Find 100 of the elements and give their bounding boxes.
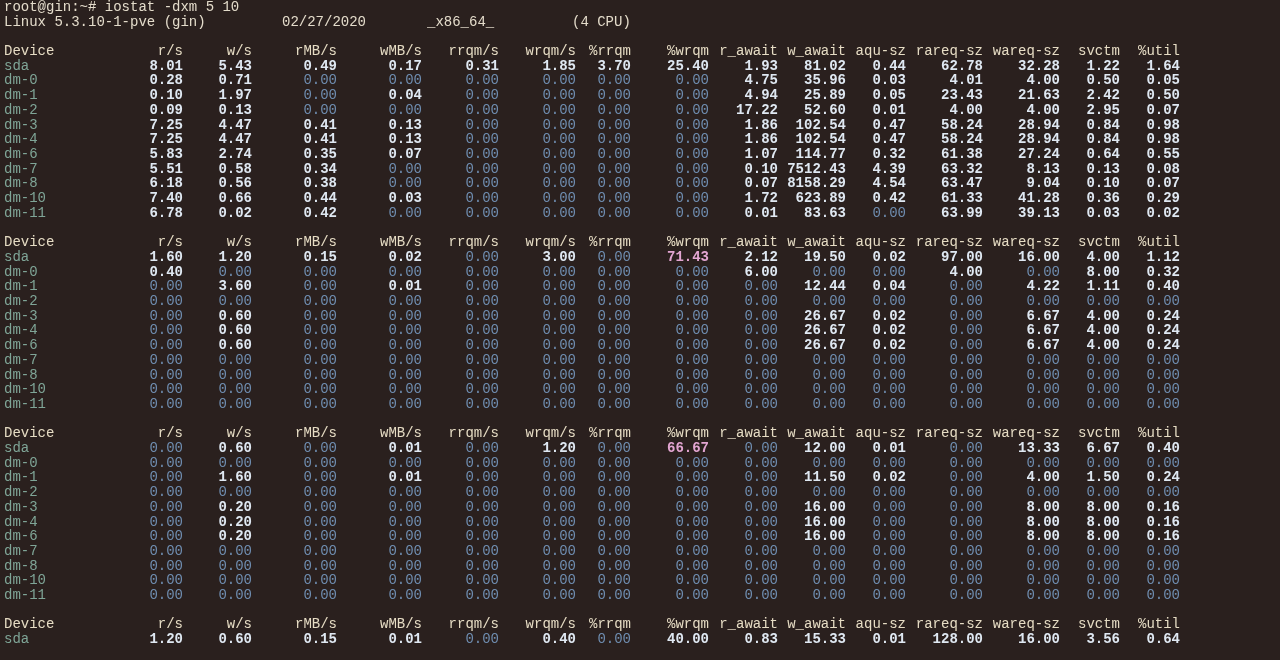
device-name: sda: [4, 58, 30, 74]
table-cell: 0.00: [149, 588, 183, 603]
table-cell: 0.00: [465, 470, 499, 486]
table-cell: 0.00: [949, 573, 983, 589]
table-cell: 0.00: [1086, 367, 1120, 383]
table-cell: 0.00: [675, 558, 709, 574]
table-cell: 0.00: [542, 588, 576, 603]
table-cell: 1.60: [218, 470, 252, 486]
table-cell: 0.00: [465, 382, 499, 397]
table-cell: 0.00: [597, 338, 631, 353]
table-cell: 0.00: [149, 367, 183, 383]
table-cell: 8.00: [1086, 264, 1120, 280]
table-cell: 0.00: [872, 485, 906, 500]
table-cell: 0.98: [1146, 132, 1180, 147]
table-cell: 0.00: [675, 308, 709, 324]
table-cell: 1.20: [149, 632, 183, 647]
column-header: wrqm/s: [525, 235, 576, 250]
table-cell: 0.32: [872, 147, 906, 162]
table-cell: 2.95: [1086, 102, 1120, 118]
table-cell: 0.00: [388, 529, 422, 544]
table-cell: 25.40: [667, 58, 709, 74]
table-cell: 0.20: [218, 529, 252, 544]
table-cell: 0.02: [218, 205, 252, 221]
table-cell: 0.00: [1086, 543, 1120, 559]
column-header: rareq-sz: [915, 426, 983, 441]
table-cell: 0.00: [872, 294, 906, 309]
table-cell: 0.00: [465, 88, 499, 103]
table-cell: 0.13: [218, 102, 252, 118]
table-cell: 6.67: [1026, 308, 1060, 324]
device-name: dm-2: [4, 294, 38, 309]
table-cell: 3.70: [597, 58, 631, 74]
table-cell: 7.25: [149, 117, 183, 133]
table-cell: 0.15: [303, 632, 337, 647]
column-header: wrqm/s: [525, 617, 576, 633]
table-cell: 0.00: [744, 514, 778, 530]
table-cell: 0.00: [597, 88, 631, 103]
column-header: %wrqm: [667, 44, 709, 59]
table-cell: 0.00: [388, 382, 422, 397]
system-info-text: (4 CPU): [572, 14, 631, 30]
table-cell: 0.00: [542, 338, 576, 353]
table-cell: 27.24: [1018, 147, 1060, 162]
table-cell: 0.00: [303, 514, 337, 530]
table-cell: 0.00: [675, 338, 709, 353]
table-cell: 6.00: [744, 264, 778, 280]
table-cell: 32.28: [1018, 58, 1060, 74]
table-cell: 0.00: [303, 382, 337, 397]
table-cell: 0.00: [465, 514, 499, 530]
table-cell: 0.00: [465, 279, 499, 294]
table-cell: 0.00: [675, 485, 709, 500]
device-name: dm-2: [4, 102, 38, 118]
table-cell: 0.04: [872, 279, 906, 294]
table-cell: 0.00: [597, 176, 631, 192]
table-cell: 0.00: [872, 352, 906, 368]
table-cell: 0.00: [744, 543, 778, 559]
table-cell: 97.00: [941, 249, 983, 265]
table-cell: 0.00: [465, 499, 499, 515]
column-header: svctm: [1078, 426, 1120, 441]
table-cell: 0.07: [1146, 176, 1180, 192]
table-cell: 0.02: [872, 338, 906, 353]
table-cell: 0.00: [872, 367, 906, 383]
table-cell: 1.50: [1086, 470, 1120, 486]
column-header: wMB/s: [380, 44, 422, 59]
table-cell: 0.00: [675, 176, 709, 192]
device-name: dm-6: [4, 529, 38, 544]
table-cell: 0.00: [303, 499, 337, 515]
table-cell: 0.00: [303, 279, 337, 294]
table-cell: 0.00: [744, 588, 778, 603]
table-cell: 0.44: [872, 58, 906, 74]
table-cell: 0.00: [675, 529, 709, 544]
table-cell: 7.40: [149, 191, 183, 206]
table-cell: 0.01: [388, 470, 422, 486]
table-cell: 0.00: [542, 161, 576, 177]
table-cell: 0.00: [597, 470, 631, 486]
table-cell: 0.00: [675, 367, 709, 383]
table-cell: 0.24: [1146, 323, 1180, 339]
table-cell: 0.00: [675, 396, 709, 412]
table-cell: 0.00: [675, 294, 709, 309]
table-cell: 0.00: [744, 323, 778, 339]
table-cell: 1.11: [1086, 279, 1120, 294]
table-cell: 0.00: [597, 441, 631, 456]
table-cell: 0.00: [465, 161, 499, 177]
table-cell: 0.00: [465, 558, 499, 574]
table-cell: 4.00: [1086, 323, 1120, 339]
table-cell: 16.00: [804, 529, 846, 544]
table-cell: 1.64: [1146, 58, 1180, 74]
device-name: sda: [4, 441, 30, 456]
table-cell: 0.41: [303, 117, 337, 133]
table-cell: 0.00: [465, 529, 499, 544]
table-cell: 0.00: [388, 499, 422, 515]
table-cell: 0.00: [465, 102, 499, 118]
table-cell: 0.00: [218, 588, 252, 603]
table-cell: 0.00: [465, 323, 499, 339]
table-cell: 0.00: [744, 352, 778, 368]
table-cell: 0.00: [675, 264, 709, 280]
table-cell: 0.10: [149, 88, 183, 103]
table-cell: 0.00: [149, 382, 183, 397]
table-cell: 6.67: [1026, 323, 1060, 339]
column-header: wMB/s: [380, 235, 422, 250]
table-cell: 0.00: [675, 205, 709, 221]
table-cell: 0.00: [812, 367, 846, 383]
